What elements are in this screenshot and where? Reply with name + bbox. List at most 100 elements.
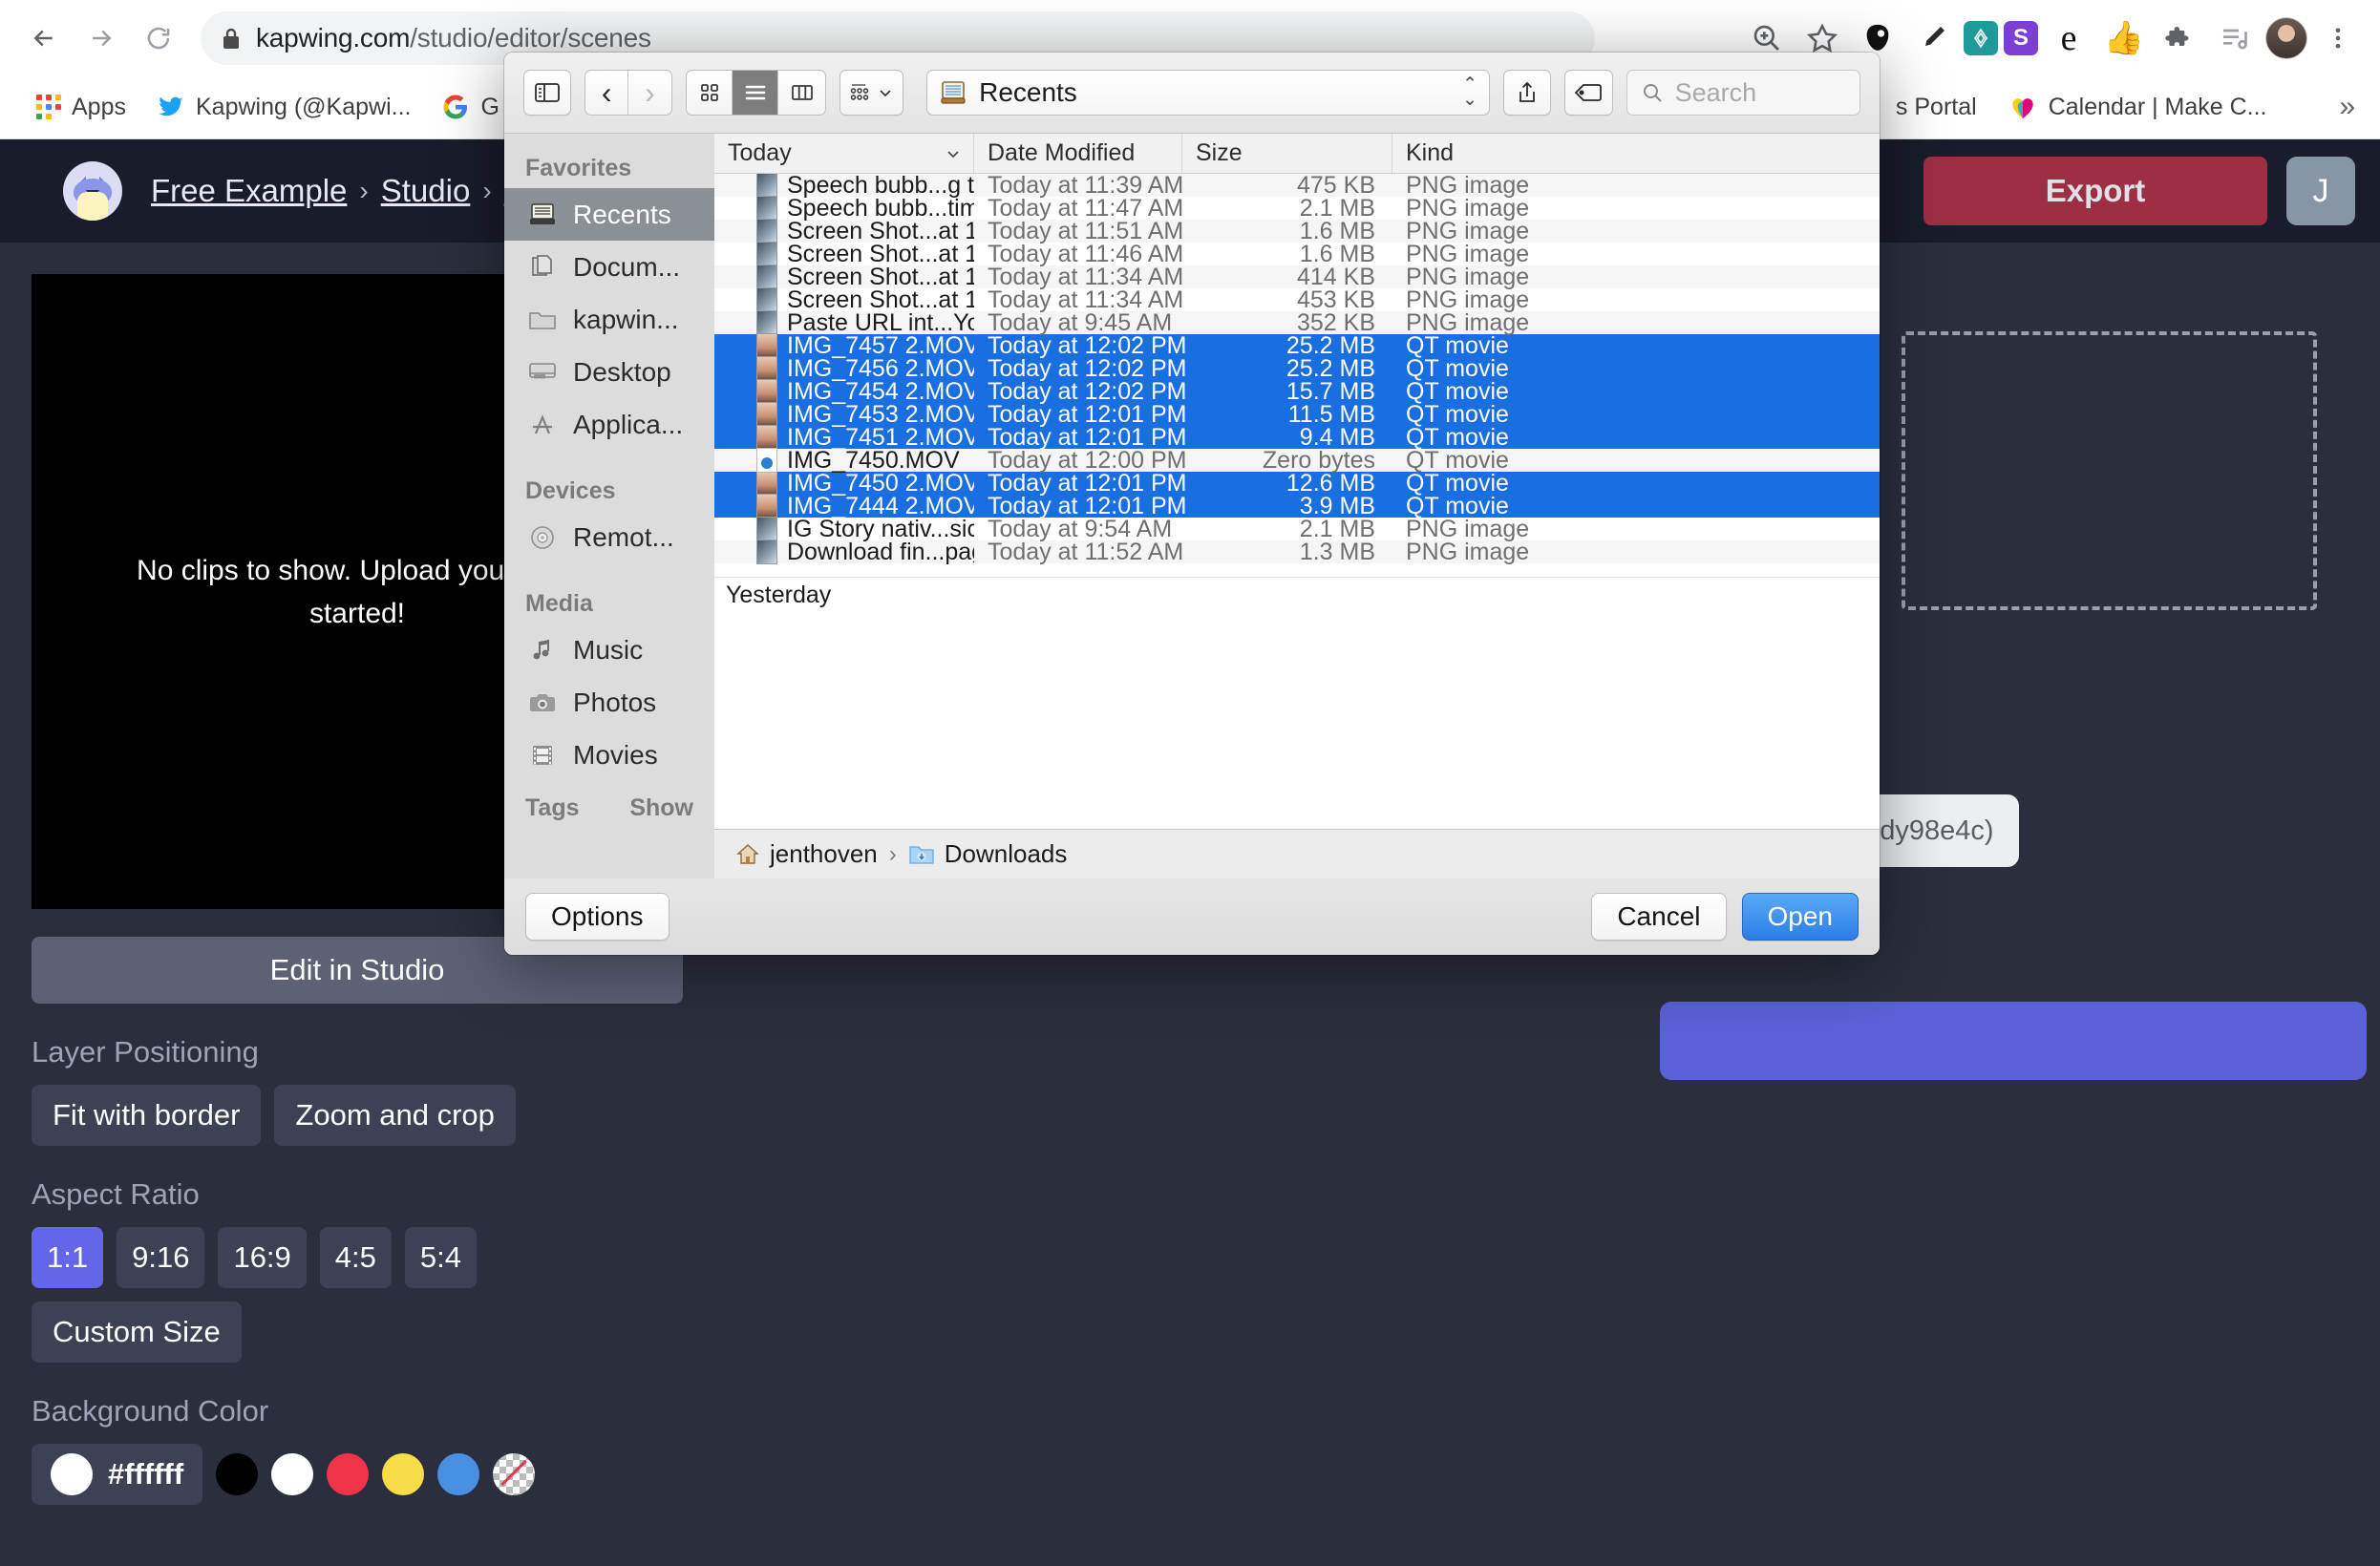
- aspect-ratio-4-5[interactable]: 4:5: [320, 1227, 392, 1288]
- column-header-size[interactable]: Size: [1182, 134, 1392, 173]
- sidebar-item-movies[interactable]: Movies: [504, 729, 714, 781]
- tag-icon[interactable]: [1564, 70, 1612, 116]
- icon-view-icon[interactable]: [687, 71, 733, 115]
- sidebar-item-recents[interactable]: Recents: [504, 188, 714, 241]
- export-button[interactable]: Export: [1923, 157, 2267, 225]
- file-row[interactable]: IMG_7453 2.MOVToday at 12:01 PM11.5 MBQT…: [714, 403, 1880, 426]
- tags-show-button[interactable]: Show: [629, 794, 693, 822]
- file-row[interactable]: IMG_7444 2.MOVToday at 12:01 PM3.9 MBQT …: [714, 495, 1880, 518]
- sidebar-item-kapwing-folder[interactable]: kapwin...: [504, 293, 714, 346]
- file-row[interactable]: IG Story nativ...sic annotatedToday at 9…: [714, 518, 1880, 540]
- hex-color-field[interactable]: #ffffff: [32, 1444, 202, 1505]
- column-header-name[interactable]: Today: [714, 134, 974, 173]
- file-dialog-sidebar: Favorites Recents Docum...: [504, 134, 714, 878]
- upload-media-button[interactable]: [1660, 1002, 2367, 1080]
- media-dropzone[interactable]: [1902, 331, 2317, 610]
- swatch-blue[interactable]: [437, 1453, 479, 1495]
- file-row[interactable]: Speech bubb...g transparentToday at 11:3…: [714, 174, 1880, 197]
- thumbs-up-icon[interactable]: 👍: [2099, 13, 2149, 63]
- desktop-icon: [525, 358, 560, 387]
- open-button[interactable]: Open: [1742, 893, 1859, 941]
- options-button[interactable]: Options: [525, 893, 669, 941]
- file-row[interactable]: Screen Shot...at 11.34.14 AMToday at 11:…: [714, 288, 1880, 311]
- file-dialog-toolbar: ‹ ›: [504, 53, 1880, 134]
- documents-icon: [525, 253, 560, 282]
- swatch-red[interactable]: [327, 1453, 369, 1495]
- file-row[interactable]: IMG_7454 2.MOVToday at 12:02 PM15.7 MBQT…: [714, 380, 1880, 403]
- bookmarks-overflow-icon[interactable]: »: [2339, 91, 2355, 123]
- bookmark-google[interactable]: G: [426, 84, 514, 130]
- shift-icon[interactable]: S: [2004, 21, 2038, 55]
- breadcrumb-item-studio[interactable]: Studio: [381, 173, 471, 209]
- home-icon: [735, 842, 760, 867]
- sidebar-toggle-icon[interactable]: [523, 70, 571, 116]
- file-row[interactable]: Paste URL int...Youtube.pngToday at 9:45…: [714, 311, 1880, 334]
- zoom-and-crop-button[interactable]: Zoom and crop: [274, 1085, 516, 1146]
- swatch-black[interactable]: [216, 1453, 258, 1495]
- file-row[interactable]: Screen Shot...at 11.46.41 AMToday at 11:…: [714, 243, 1880, 265]
- sidebar-item-desktop[interactable]: Desktop: [504, 346, 714, 398]
- loom-icon[interactable]: [1964, 21, 1998, 55]
- file-row[interactable]: Screen Shot...at 11.50.49 AMToday at 11:…: [714, 220, 1880, 243]
- grammarly-icon[interactable]: [1908, 13, 1958, 63]
- file-dialog-body: Favorites Recents Docum...: [504, 134, 1880, 878]
- path-item-downloads[interactable]: Downloads: [908, 839, 1068, 869]
- search-input[interactable]: Search: [1626, 70, 1860, 116]
- cancel-button[interactable]: Cancel: [1591, 893, 1726, 941]
- forward-arrow-icon[interactable]: [74, 11, 128, 65]
- aspect-ratio-9-16[interactable]: 9:16: [117, 1227, 204, 1288]
- file-row[interactable]: IMG_7451 2.MOVToday at 12:01 PM9.4 MBQT …: [714, 426, 1880, 449]
- url-path: /studio/editor/scenes: [410, 23, 651, 53]
- file-row[interactable]: IMG_7450.MOVToday at 12:00 PMZero bytesQ…: [714, 449, 1880, 472]
- sidebar-item-photos[interactable]: Photos: [504, 676, 714, 729]
- aspect-ratio-5-4[interactable]: 5:4: [405, 1227, 477, 1288]
- chevron-right-icon[interactable]: ›: [628, 71, 671, 115]
- user-avatar-badge[interactable]: J: [2286, 157, 2355, 225]
- column-header-kind[interactable]: Kind: [1392, 134, 1880, 173]
- sidebar-item-remote-disc[interactable]: Remot...: [504, 511, 714, 563]
- swatch-yellow[interactable]: [382, 1453, 424, 1495]
- fit-with-border-button[interactable]: Fit with border: [32, 1085, 261, 1146]
- aspect-ratio-1-1[interactable]: 1:1: [32, 1227, 103, 1288]
- breadcrumb-item-project[interactable]: Free Example: [151, 173, 347, 209]
- profile-avatar[interactable]: [2265, 17, 2307, 59]
- kapwing-cat-logo[interactable]: [63, 161, 122, 221]
- playlist-icon[interactable]: [2210, 13, 2260, 63]
- back-arrow-icon[interactable]: [17, 11, 71, 65]
- bookmark-calendar[interactable]: Calendar | Make C...: [1992, 84, 2283, 130]
- share-icon[interactable]: [1503, 70, 1551, 116]
- chevron-left-icon[interactable]: ‹: [585, 71, 628, 115]
- file-row[interactable]: Screen Shot...at 11.34.38 AMToday at 11:…: [714, 265, 1880, 288]
- location-dropdown[interactable]: Recents ⌃⌄: [926, 70, 1490, 116]
- column-view-icon[interactable]: [778, 71, 824, 115]
- sidebar-item-applications[interactable]: Applica...: [504, 398, 714, 451]
- reload-icon[interactable]: [132, 11, 185, 65]
- sidebar-item-label: Applica...: [573, 410, 683, 440]
- bookmark-kapwing-twitter[interactable]: Kapwing (@Kapwi...: [141, 84, 426, 130]
- file-row[interactable]: IMG_7456 2.MOVToday at 12:02 PM25.2 MBQT…: [714, 357, 1880, 380]
- list-view-icon[interactable]: [733, 71, 778, 115]
- custom-size-button[interactable]: Custom Size: [32, 1301, 242, 1363]
- sidebar-item-music[interactable]: Music: [504, 624, 714, 676]
- chrome-menu-icon[interactable]: [2313, 13, 2363, 63]
- sidebar-section-favorites: Favorites: [504, 143, 714, 188]
- swatch-transparent[interactable]: [493, 1453, 535, 1495]
- file-row[interactable]: Download fin...page kapwingToday at 11:5…: [714, 540, 1880, 563]
- aspect-ratio-16-9[interactable]: 16:9: [218, 1227, 306, 1288]
- file-list-rows[interactable]: Speech bubb...g transparentToday at 11:3…: [714, 174, 1880, 829]
- sidebar-item-documents[interactable]: Docum...: [504, 241, 714, 293]
- bookmark-apps[interactable]: Apps: [21, 84, 141, 130]
- file-kind-cell: PNG image: [1392, 539, 1880, 566]
- file-row[interactable]: Speech bubb...timeline delayToday at 11:…: [714, 197, 1880, 220]
- evernote-icon[interactable]: e: [2044, 13, 2093, 63]
- column-header-date[interactable]: Date Modified: [974, 134, 1182, 173]
- group-by-icon[interactable]: [839, 70, 903, 116]
- file-list: Today Date Modified Size Kind Speech bub…: [714, 134, 1880, 878]
- file-row[interactable]: IMG_7450 2.MOVToday at 12:01 PM12.6 MBQT…: [714, 472, 1880, 495]
- extensions-puzzle-icon[interactable]: [2155, 13, 2204, 63]
- bookmark-portal[interactable]: s Portal: [1881, 84, 1992, 130]
- stepper-icon[interactable]: ⌃⌄: [1462, 77, 1477, 108]
- file-row[interactable]: IMG_7457 2.MOVToday at 12:02 PM25.2 MBQT…: [714, 334, 1880, 357]
- path-item-home[interactable]: jenthoven: [735, 839, 878, 869]
- swatch-white[interactable]: [271, 1453, 313, 1495]
